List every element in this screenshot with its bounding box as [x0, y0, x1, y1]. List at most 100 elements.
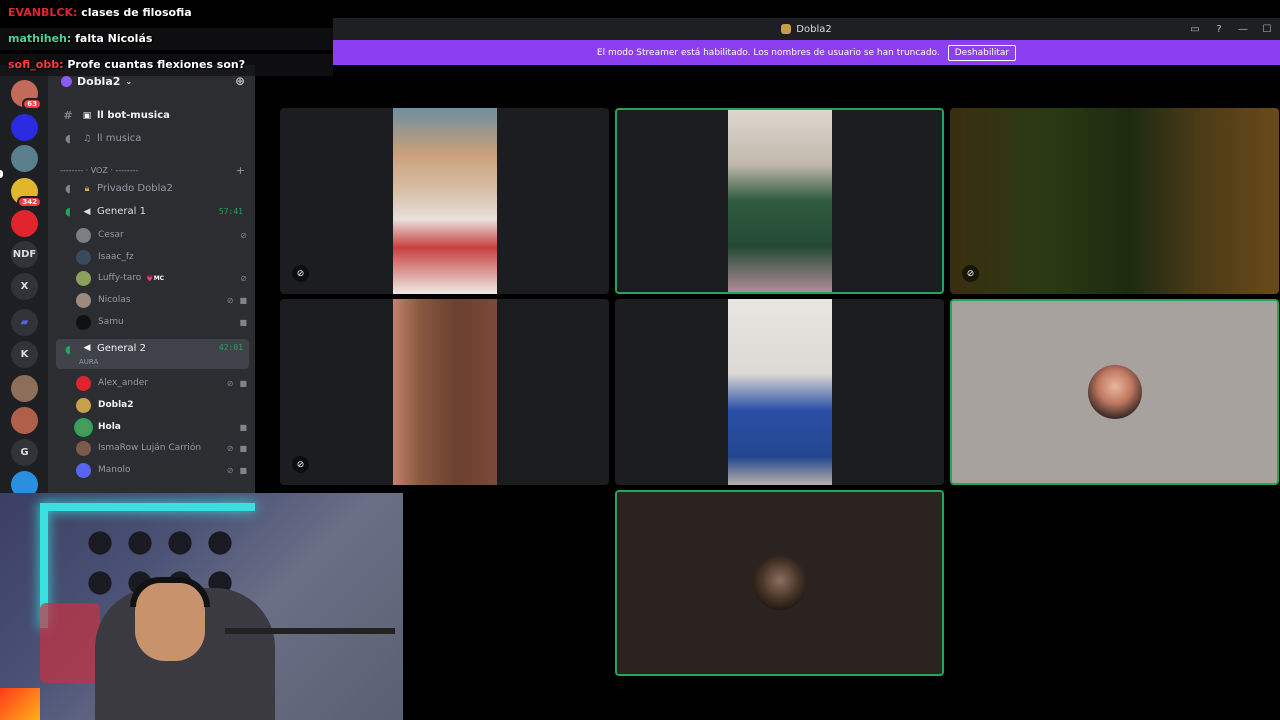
avatar	[76, 419, 91, 435]
server-favicon-icon	[781, 24, 792, 34]
server-icon-10[interactable]	[11, 375, 38, 402]
lock-icon: 🔒︎	[84, 183, 90, 194]
avatar	[76, 292, 91, 308]
add-channel-icon[interactable]: +	[236, 164, 245, 177]
channel-label: ll musica	[97, 133, 142, 144]
mic-muted-icon: ⊘	[240, 273, 247, 283]
speaker-active-icon: ◖	[65, 343, 71, 356]
voice-user-isaac[interactable]: Isaac_fz	[76, 247, 249, 267]
server-icon-2[interactable]	[11, 114, 38, 141]
avatar	[76, 227, 91, 243]
server-icon-x[interactable]: X	[11, 273, 38, 300]
video-camera-icon: ■	[239, 378, 247, 388]
chat-user: sofi_obb:	[8, 58, 64, 71]
channel-bot-musica[interactable]: # ▣ ll bot-musica	[56, 105, 249, 126]
user-avatar	[752, 556, 807, 610]
folder-icon[interactable]: ▰	[11, 309, 38, 336]
speaker-active-icon: ◖	[65, 205, 71, 218]
voice-user-hola[interactable]: Hola ■	[76, 417, 249, 437]
chat-user: mathiheh:	[8, 32, 72, 45]
mic-muted-icon: ⊘	[226, 465, 234, 475]
video-tile-5[interactable]	[615, 299, 944, 485]
voice-user-luffy[interactable]: Luffy-taro 💗MC ⊘	[76, 268, 249, 288]
user-name: Nicolas	[98, 295, 131, 305]
category-label: -------- · VOZ · --------	[60, 165, 139, 175]
server-rail: 63 342 NDF X ▰ K G	[0, 65, 48, 498]
mic-muted-icon: ⊘	[962, 265, 979, 282]
mic-arm	[225, 628, 395, 634]
video-camera-icon: ■	[239, 295, 247, 305]
channel-label: Privado Dobla2	[97, 183, 173, 194]
chat-message: sofi_obb: Profe cuantas flexiones son?	[8, 58, 245, 71]
video-tile-2[interactable]	[615, 108, 944, 294]
server-icon-k[interactable]: K	[11, 341, 38, 368]
server-icon-4[interactable]: 342	[11, 178, 42, 208]
channel-label: General 2	[97, 343, 146, 354]
server-icon-5[interactable]	[11, 210, 38, 237]
mention-badge: 342	[17, 196, 42, 208]
disable-streamer-mode-button[interactable]: Deshabilitar	[947, 44, 1017, 61]
mention-badge: 63	[22, 98, 42, 110]
mic-muted-icon: ⊘	[240, 230, 247, 240]
server-icon-3[interactable]	[11, 145, 38, 172]
voice-user-cesar[interactable]: Cesar ⊘	[76, 225, 249, 245]
avatar	[76, 375, 91, 391]
maximize-button[interactable]: ☐	[1260, 24, 1274, 35]
invite-icon[interactable]: ⊕	[235, 74, 245, 88]
channel-general-1[interactable]: ◖ ◀ General 1 57:41	[56, 201, 249, 222]
streamer-mode-text: El modo Streamer está habilitado. Los no…	[596, 47, 940, 58]
channel-privado-dobla2[interactable]: ◖ 🔒︎ Privado Dobla2	[56, 178, 249, 199]
mic-muted-icon: ⊘	[292, 265, 309, 282]
channel-status: AURA	[79, 358, 99, 366]
chevron-down-icon: ⌄	[125, 76, 133, 86]
category-voz[interactable]: -------- · VOZ · -------- +	[60, 163, 249, 177]
server-icon-ndf[interactable]: NDF	[11, 241, 38, 268]
speaker-icon: ◖	[65, 182, 71, 195]
video-tile-1[interactable]: ⊘	[280, 108, 609, 294]
voice-user-samu[interactable]: Samu ■	[76, 312, 249, 332]
user-name: IsmaRow Luján Carrión	[98, 443, 202, 453]
mic-muted-icon: ⊘	[226, 443, 234, 453]
streamer-mode-banner: El modo Streamer está habilitado. Los no…	[333, 40, 1280, 65]
speaker-icon: ◀	[83, 206, 91, 217]
hash-icon: #	[63, 109, 73, 122]
figurine-shelf	[40, 603, 100, 683]
video-camera-icon: ■	[239, 317, 247, 327]
server-icon-11[interactable]	[11, 407, 38, 434]
voice-user-manolo[interactable]: Manolo ⊘ ■	[76, 460, 249, 480]
chair-light	[0, 688, 40, 720]
window-title-text: Dobla2	[796, 23, 832, 35]
speaker-icon: ◖	[65, 132, 71, 145]
avatar	[76, 249, 91, 265]
channel-musica[interactable]: ◖ ♫ ll musica	[56, 128, 249, 149]
call-timer: 57:41	[218, 207, 243, 216]
inbox-icon[interactable]: ▭	[1188, 24, 1202, 35]
streamer-webcam	[0, 493, 403, 720]
video-tile-7[interactable]	[615, 490, 944, 676]
voice-user-ismarow[interactable]: IsmaRow Luján Carrión ⊘ ■	[76, 438, 249, 458]
help-icon[interactable]: ?	[1212, 24, 1226, 35]
chat-text: Profe cuantas flexiones son?	[67, 58, 246, 71]
user-avatar	[1087, 365, 1142, 419]
video-tile-3[interactable]: ⊘	[950, 108, 1279, 294]
voice-user-alex[interactable]: Alex_ander ⊘ ■	[76, 373, 249, 393]
avatar	[76, 440, 91, 456]
server-icon-g[interactable]: G	[11, 439, 38, 466]
video-tile-6[interactable]	[950, 299, 1279, 485]
guild-name: Dobla2	[77, 74, 121, 88]
voice-user-nicolas[interactable]: Nicolas ⊘ ■	[76, 290, 249, 310]
speaker-icon: ◀	[83, 343, 91, 353]
channel-label: ll bot-musica	[97, 110, 170, 121]
minimize-button[interactable]: —	[1236, 24, 1250, 35]
channel-sidebar: Dobla2 ⌄ ⊕ # ▣ ll bot-musica ◖ ♫ ll musi…	[48, 65, 255, 495]
video-camera-icon: ■	[239, 465, 247, 475]
video-tile-4[interactable]: ⊘	[280, 299, 609, 485]
music-note-icon: ♫	[82, 133, 92, 144]
camera-feed	[728, 299, 832, 485]
user-name: Dobla2	[98, 400, 134, 410]
user-name: Samu	[98, 317, 124, 327]
user-name: Luffy-taro	[98, 273, 142, 283]
voice-user-dobla2[interactable]: Dobla2	[76, 395, 249, 415]
server-icon-1[interactable]: 63	[11, 80, 42, 110]
camera-feed	[728, 110, 832, 292]
